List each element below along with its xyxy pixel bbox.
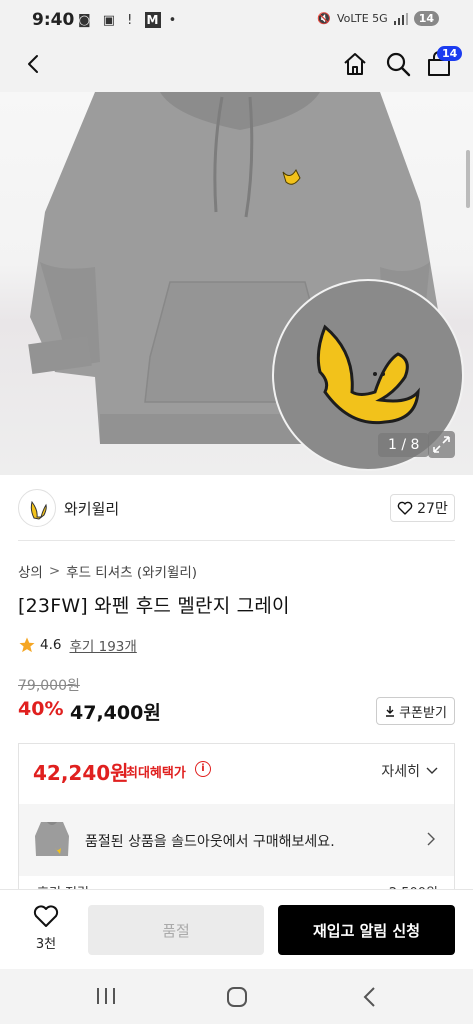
- status-bar: 9:40 ◙ ▣ ! M • 🔇 VoLTE 5G 14: [0, 0, 473, 40]
- search-icon[interactable]: [384, 50, 412, 78]
- wishlist-button[interactable]: 3천: [26, 905, 66, 955]
- image-counter: 1 / 8: [378, 433, 430, 457]
- brand-like-count: 27만: [417, 501, 448, 517]
- bottom-action-bar: 3천 품절 재입고 알림 신청: [0, 889, 473, 969]
- soldout-button: 품절: [88, 905, 264, 955]
- wishlist-count: 3천: [35, 937, 57, 952]
- status-time: 9:40: [32, 10, 75, 30]
- breadcrumb-separator: >: [48, 563, 61, 579]
- max-benefit-label: 최대혜택가: [126, 766, 186, 781]
- star-icon: [19, 637, 35, 653]
- notification-icons: ◙ ▣ ! M •: [78, 12, 180, 28]
- back-icon[interactable]: [22, 52, 46, 76]
- hoodie-image: [28, 92, 464, 471]
- soldout-banner[interactable]: 품절된 상품을 솔드아웃에서 구매해보세요.: [19, 804, 454, 876]
- max-benefit-box: 42,240원 최대혜택가 i 자세히 품절된 상품을 솔드아웃에서 구매해보세…: [18, 743, 455, 903]
- product-image-carousel[interactable]: 1 / 8: [0, 92, 473, 475]
- battery-level: 14: [413, 11, 439, 26]
- restock-alert-label: 재입고 알림 신청: [312, 921, 421, 940]
- benefit-detail-toggle[interactable]: 자세히: [381, 761, 438, 781]
- brand-name[interactable]: 와키윌리: [64, 498, 119, 519]
- home-icon[interactable]: [341, 50, 369, 78]
- sale-price: 47,400원: [70, 702, 161, 724]
- breadcrumb-category[interactable]: 상의: [18, 561, 43, 581]
- brand-logo[interactable]: [18, 489, 56, 527]
- coupon-button-label: 쿠폰받기: [399, 705, 447, 721]
- expand-image-button[interactable]: [428, 431, 455, 458]
- brand-logo-icon: [30, 500, 47, 520]
- mute-icon: 🔇: [317, 12, 331, 25]
- download-icon: [386, 706, 395, 717]
- review-count-link[interactable]: 후기 193개: [69, 635, 136, 655]
- heart-icon: [397, 501, 413, 515]
- brand-row: 와키윌리 27만: [0, 475, 473, 542]
- notification-glyphs: ◙ ▣ !: [78, 13, 137, 28]
- recent-apps-icon[interactable]: [95, 987, 117, 1005]
- breadcrumb: 상의 > 후드 티셔츠 (와키윌리): [18, 561, 197, 581]
- gmail-icon: M: [144, 12, 161, 28]
- expand-icon: [433, 436, 450, 453]
- heart-icon: [33, 905, 59, 927]
- back-triangle-icon[interactable]: [362, 986, 378, 1008]
- coupon-button[interactable]: 쿠폰받기: [376, 697, 455, 725]
- max-benefit-price: 42,240원: [33, 761, 129, 785]
- benefit-detail-label: 자세히: [381, 764, 420, 780]
- top-navigation: 14: [0, 40, 473, 92]
- restock-alert-button[interactable]: 재입고 알림 신청: [278, 905, 455, 955]
- rating-score: 4.6: [40, 637, 62, 653]
- soldout-thumbnail: [35, 822, 69, 856]
- page-scrollbar[interactable]: [466, 150, 470, 208]
- home-circle-icon[interactable]: [226, 986, 248, 1008]
- original-price: 79,000원: [18, 678, 80, 694]
- system-indicators: 🔇 VoLTE 5G 14: [317, 11, 439, 26]
- divider: [18, 540, 455, 541]
- network-label: VoLTE 5G: [336, 12, 388, 25]
- discount-rate: 40%: [18, 698, 64, 720]
- cart-count-badge: 14: [437, 46, 463, 61]
- signal-icon: [393, 12, 408, 25]
- breadcrumb-subcategory[interactable]: 후드 티셔츠 (와키윌리): [66, 561, 197, 581]
- rating-row: 4.6 후기 193개: [18, 635, 137, 655]
- soldout-button-label: 품절: [162, 921, 190, 940]
- android-navigation-bar: [0, 969, 473, 1024]
- info-icon[interactable]: i: [195, 761, 211, 777]
- more-notifications-dot: •: [168, 13, 181, 28]
- chevron-down-icon: [426, 767, 438, 774]
- soldout-message: 품절된 상품을 솔드아웃에서 구매해보세요.: [85, 834, 335, 850]
- brand-like-button[interactable]: 27만: [390, 494, 455, 522]
- chevron-right-icon: [427, 832, 435, 846]
- product-title: [23FW] 와펜 후드 멜란지 그레이: [18, 595, 290, 617]
